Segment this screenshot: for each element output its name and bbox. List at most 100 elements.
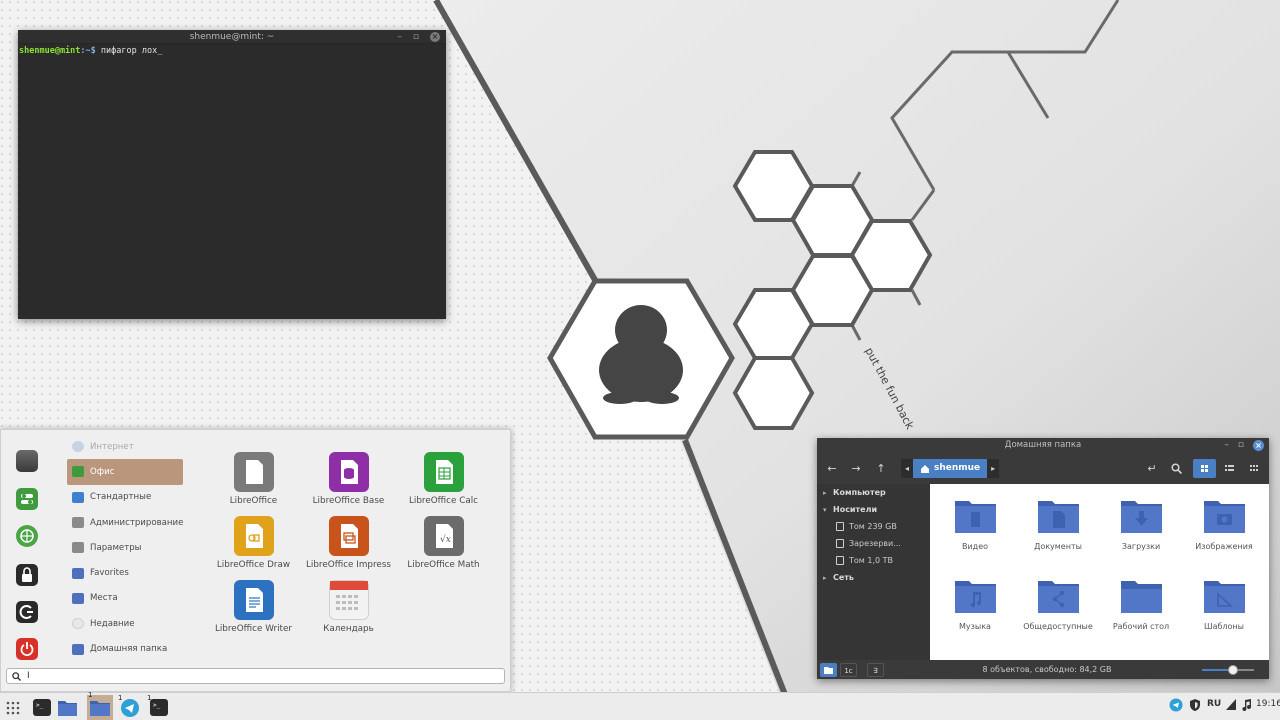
taskbar-terminal-launcher[interactable]: >_ (32, 698, 52, 717)
libreoffice-writer-icon (233, 580, 274, 620)
libreoffice-base-icon (328, 452, 369, 492)
icon-view-button[interactable] (1193, 459, 1216, 478)
video-folder-icon (954, 501, 996, 533)
terminal-window[interactable]: shenmue@mint: ~ – ▫ × shenmue@mint:~$ пи… (18, 30, 446, 319)
search-icon[interactable] (1169, 459, 1183, 478)
taskbar-window-files[interactable]: 1 (87, 691, 113, 720)
libreoffice-icon (233, 452, 274, 492)
svg-text:>_: >_ (153, 702, 161, 709)
category-internet[interactable]: Интернет (67, 434, 183, 459)
zoom-slider-handle[interactable] (1228, 665, 1239, 675)
window-count-badge: 1 (118, 694, 123, 702)
maximize-icon[interactable]: ▫ (413, 30, 419, 44)
sidebar-network[interactable]: ▸ Сеть (817, 569, 930, 586)
app-libreoffice-impress[interactable]: LibreOffice Impress (301, 516, 396, 570)
folder-item[interactable]: Изображения (1184, 498, 1264, 551)
collapse-caret-icon[interactable]: ▾ (823, 506, 833, 514)
category-administration[interactable]: Администрирование (67, 510, 183, 535)
app-libreoffice-calc[interactable]: LibreOffice Calc (396, 452, 491, 506)
sidebar-reserved-volume[interactable]: Зарезерви... (817, 535, 930, 552)
minimize-icon[interactable]: – (397, 30, 402, 44)
minimize-icon[interactable]: – (1224, 438, 1229, 453)
category-recent[interactable]: Недавние (67, 611, 183, 636)
info-toggle-button[interactable]: ∃ (867, 663, 884, 677)
office-icon (72, 466, 84, 478)
folder-item[interactable]: Видео (935, 498, 1015, 551)
close-icon[interactable]: × (1253, 440, 1264, 451)
up-arrow-icon[interactable]: ↑ (874, 459, 888, 478)
drive-icon (836, 539, 844, 548)
lock-screen-icon[interactable] (16, 564, 38, 586)
file-manager-titlebar[interactable]: Домашняя папка – ▫ × (817, 438, 1269, 453)
app-libreoffice[interactable]: LibreOffice (206, 452, 301, 506)
compact-view-button[interactable] (1243, 459, 1266, 478)
places-folder-icon (72, 592, 84, 604)
sidebar-computer[interactable]: ▸ Компьютер (817, 484, 930, 501)
app-libreoffice-math[interactable]: √x LibreOffice Math (396, 516, 491, 570)
application-menu: Интернет Офис Стандартные Администрирова… (0, 429, 511, 692)
category-office[interactable]: Офис (67, 459, 183, 485)
category-preferences[interactable]: Параметры (67, 535, 183, 560)
taskbar-window-terminal[interactable]: 1 >_ (146, 694, 170, 717)
documents-folder-icon (1037, 501, 1079, 533)
svg-text:√x: √x (440, 534, 451, 545)
menu-search-input[interactable] (27, 671, 487, 681)
app-libreoffice-writer[interactable]: LibreOffice Writer (206, 580, 301, 634)
path-left-arrow-icon[interactable]: ◂ (901, 459, 913, 478)
taskbar-window-telegram[interactable]: 1 (117, 694, 141, 717)
power-icon[interactable] (16, 638, 38, 660)
sidebar-devices[interactable]: ▾ Носители (817, 501, 930, 518)
app-calendar[interactable]: Календарь (301, 580, 396, 634)
browser-launcher-icon[interactable] (16, 525, 38, 547)
list-view-button[interactable] (1218, 459, 1241, 478)
terminal-output[interactable]: shenmue@mint:~$ пифагор лох_ (18, 44, 446, 58)
folder-item[interactable]: Шаблоны (1184, 578, 1264, 631)
clock[interactable]: 19:16 (1256, 699, 1280, 709)
forward-arrow-icon[interactable]: → (849, 459, 863, 478)
location-toggle-icon[interactable]: ↵ (1145, 459, 1159, 478)
music-folder-icon (954, 581, 996, 613)
music-note-icon[interactable] (1241, 698, 1252, 714)
menu-search-box[interactable] (6, 668, 505, 684)
category-favorites[interactable]: Favorites (67, 560, 183, 585)
folder-item[interactable]: Музыка (935, 578, 1015, 631)
terminal-launcher-icon[interactable] (16, 450, 38, 472)
libreoffice-calc-icon (423, 452, 464, 492)
terminal-titlebar[interactable]: shenmue@mint: ~ – ▫ × (18, 30, 446, 44)
settings-launcher-icon[interactable] (16, 488, 38, 510)
app-libreoffice-base[interactable]: LibreOffice Base (301, 452, 396, 506)
category-places[interactable]: Места (67, 586, 183, 611)
recent-icon (72, 618, 84, 630)
folder-item[interactable]: Общедоступные (1018, 578, 1098, 631)
file-manager-window[interactable]: Домашняя папка – ▫ × ← → ↑ ◂ shenmue ▸ ↵… (817, 438, 1269, 679)
network-wifi-icon[interactable] (1225, 698, 1237, 714)
terminal-toggle-button[interactable]: 1c (840, 663, 857, 677)
folder-item[interactable]: Загрузки (1101, 498, 1181, 551)
app-libreoffice-draw[interactable]: LibreOffice Draw (206, 516, 301, 570)
expand-caret-icon[interactable]: ▸ (823, 489, 833, 497)
telegram-tray-icon[interactable] (1169, 698, 1183, 715)
back-arrow-icon[interactable]: ← (825, 459, 839, 478)
shield-icon[interactable] (1189, 698, 1201, 715)
logout-icon[interactable] (16, 601, 38, 623)
taskbar-files-launcher[interactable] (57, 698, 78, 717)
expand-caret-icon[interactable]: ▸ (823, 574, 833, 582)
sidebar-volume-1tb[interactable]: Том 1,0 TB (817, 552, 930, 569)
path-right-arrow-icon[interactable]: ▸ (987, 459, 1000, 478)
zoom-slider[interactable] (1202, 665, 1254, 675)
drive-icon (836, 522, 844, 531)
app-grid-icon[interactable] (4, 698, 22, 717)
prompt-user: shenmue@mint (19, 46, 81, 56)
close-icon[interactable]: × (430, 32, 440, 42)
folder-item[interactable]: Рабочий стол (1101, 578, 1181, 631)
sidebar-volume-239gb[interactable]: Том 239 GB (817, 518, 930, 535)
file-manager-sidebar: ▸ Компьютер ▾ Носители Том 239 GB Зарезерв… (817, 484, 930, 660)
sidebar-toggle-button[interactable] (820, 663, 837, 677)
maximize-icon[interactable]: ▫ (1238, 438, 1244, 453)
keyboard-layout-indicator[interactable]: RU (1207, 699, 1221, 709)
path-crumb-home[interactable]: shenmue (913, 459, 988, 478)
category-accessories[interactable]: Стандартные (67, 485, 183, 510)
category-home-folder[interactable]: Домашняя папка (67, 636, 183, 661)
folder-item[interactable]: Документы (1018, 498, 1098, 551)
command-text: пифагор лох (95, 46, 158, 56)
